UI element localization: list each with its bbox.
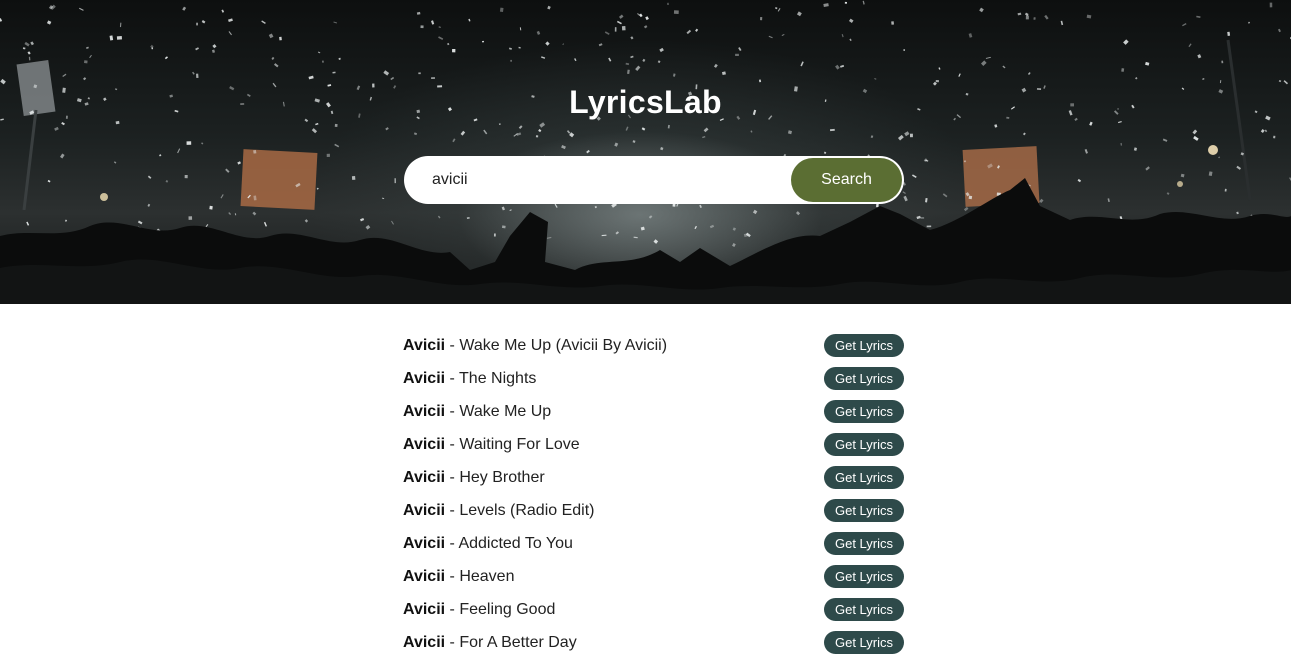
artist-name: Avicii xyxy=(403,435,446,453)
result-item: Avicii - Wake Me Up Get Lyrics xyxy=(403,395,904,428)
separator: - xyxy=(445,435,460,453)
get-lyrics-button[interactable]: Get Lyrics xyxy=(824,565,904,588)
artist-name: Avicii xyxy=(403,336,446,354)
get-lyrics-button[interactable]: Get Lyrics xyxy=(824,433,904,456)
song-info: Avicii - The Nights xyxy=(403,370,536,388)
result-item: Avicii - Levels (Radio Edit) Get Lyrics xyxy=(403,494,904,527)
app-title: LyricsLab xyxy=(569,84,722,120)
get-lyrics-button[interactable]: Get Lyrics xyxy=(824,598,904,621)
song-title: Wake Me Up (Avicii By Avicii) xyxy=(459,336,668,354)
result-item: Avicii - The Nights Get Lyrics xyxy=(403,362,904,395)
artist-name: Avicii xyxy=(403,501,446,519)
separator: - xyxy=(445,567,460,585)
song-info: Avicii - Levels (Radio Edit) xyxy=(403,502,594,520)
song-info: Avicii - Heaven xyxy=(403,568,514,586)
song-info: Avicii - Hey Brother xyxy=(403,469,545,487)
song-info: Avicii - Wake Me Up (Avicii By Avicii) xyxy=(403,337,667,355)
separator: - xyxy=(445,369,460,387)
result-item: Avicii - Wake Me Up (Avicii By Avicii) Ge… xyxy=(403,329,904,362)
get-lyrics-button[interactable]: Get Lyrics xyxy=(824,334,904,357)
get-lyrics-button[interactable]: Get Lyrics xyxy=(824,466,904,489)
result-item: Avicii - Heaven Get Lyrics xyxy=(403,560,904,593)
artist-name: Avicii xyxy=(403,633,446,651)
separator: - xyxy=(445,336,460,354)
song-info: Avicii - For A Better Day xyxy=(403,634,577,652)
result-item: Avicii - Feeling Good Get Lyrics xyxy=(403,593,904,626)
get-lyrics-button[interactable]: Get Lyrics xyxy=(824,367,904,390)
song-info: Avicii - Waiting For Love xyxy=(403,436,580,454)
song-info: Avicii - Addicted To You xyxy=(403,535,573,553)
result-item: Avicii - Addicted To You Get Lyrics xyxy=(403,527,904,560)
song-title: Feeling Good xyxy=(459,600,556,618)
get-lyrics-button[interactable]: Get Lyrics xyxy=(824,631,904,654)
search-input[interactable] xyxy=(432,156,782,204)
song-title: Addicted To You xyxy=(458,534,573,552)
get-lyrics-button[interactable]: Get Lyrics xyxy=(824,532,904,555)
song-title: Wake Me Up xyxy=(459,402,552,420)
separator: - xyxy=(445,501,460,519)
song-title: Heaven xyxy=(459,567,515,585)
song-title: Waiting For Love xyxy=(459,435,580,453)
separator: - xyxy=(445,600,460,618)
get-lyrics-button[interactable]: Get Lyrics xyxy=(824,499,904,522)
search-button[interactable]: Search xyxy=(791,158,902,202)
results-list: Avicii - Wake Me Up (Avicii By Avicii) Ge… xyxy=(403,329,904,659)
result-item: Avicii - Hey Brother Get Lyrics xyxy=(403,461,904,494)
song-title: The Nights xyxy=(459,369,537,387)
artist-name: Avicii xyxy=(403,534,446,552)
confetti-decoration xyxy=(0,0,1291,253)
song-title: Levels (Radio Edit) xyxy=(459,501,595,519)
separator: - xyxy=(445,534,459,552)
song-info: Avicii - Feeling Good xyxy=(403,601,555,619)
separator: - xyxy=(445,633,460,651)
concert-background-image xyxy=(0,0,1291,304)
artist-name: Avicii xyxy=(403,600,446,618)
separator: - xyxy=(445,468,460,486)
artist-name: Avicii xyxy=(403,369,446,387)
artist-name: Avicii xyxy=(403,402,446,420)
artist-name: Avicii xyxy=(403,567,446,585)
song-title: For A Better Day xyxy=(459,633,577,651)
artist-name: Avicii xyxy=(403,468,446,486)
separator: - xyxy=(445,402,460,420)
result-item: Avicii - For A Better Day Get Lyrics xyxy=(403,626,904,659)
result-item: Avicii - Waiting For Love Get Lyrics xyxy=(403,428,904,461)
get-lyrics-button[interactable]: Get Lyrics xyxy=(824,400,904,423)
hero-header: LyricsLab Search xyxy=(0,0,1291,304)
song-title: Hey Brother xyxy=(459,468,545,486)
search-form: Search xyxy=(404,156,904,204)
song-info: Avicii - Wake Me Up xyxy=(403,403,551,421)
